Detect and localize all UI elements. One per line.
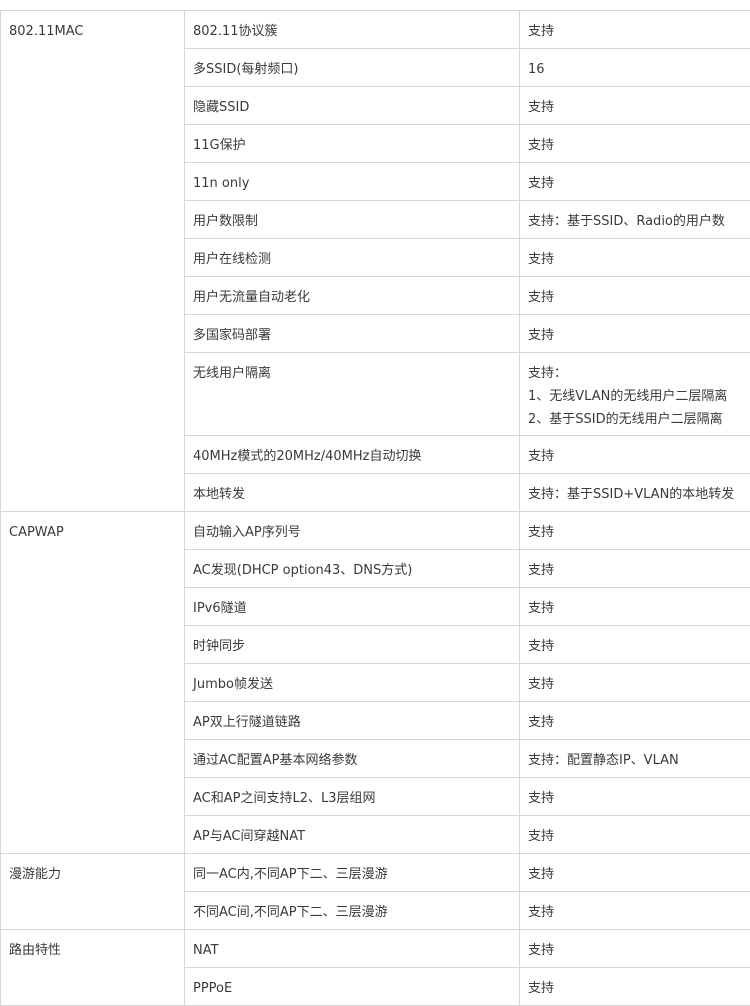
value-text: 支持 (528, 563, 554, 578)
value-cell: 支持 (520, 125, 750, 163)
value-cell: 支持 (520, 512, 750, 550)
value-text: 支持 (528, 100, 554, 115)
feature-cell: 时钟同步 (185, 626, 520, 664)
value-text: 支持 (528, 905, 554, 920)
feature-cell: 本地转发 (185, 474, 520, 512)
value-text: 支持 (528, 525, 554, 540)
value-text: 16 (528, 62, 545, 77)
value-cell: 支持：配置静态IP、VLAN地 (520, 740, 750, 778)
feature-cell: 不同AC间,不同AP下二、三层漫游 (185, 892, 520, 930)
value-cell: 16 (520, 49, 750, 87)
value-text: 支持 (528, 24, 554, 39)
value-text: 支持 (528, 981, 554, 996)
value-cell: 支持 (520, 588, 750, 626)
value-cell: 支持 (520, 315, 750, 353)
value-cell: 支持 (520, 239, 750, 277)
table-row: CAPWAP自动输入AP序列号支持 (1, 512, 750, 550)
feature-cell: 802.11协议簇 (185, 11, 520, 49)
value-cell: 支持：基于SSID+VLAN的本地转发 (520, 474, 750, 512)
feature-cell: 通过AC配置AP基本网络参数 (185, 740, 520, 778)
value-cell: 支持： 1、无线VLAN的无线用户二层隔离 2、基于SSID的无线用户二层隔离 (520, 353, 750, 436)
value-cell: 支持 (520, 626, 750, 664)
feature-cell: 隐藏SSID (185, 87, 520, 125)
value-text: 支持：基于SSID、Radio的用户数 (528, 214, 725, 229)
feature-cell: 同一AC内,不同AP下二、三层漫游 (185, 854, 520, 892)
value-cell: 支持 (520, 778, 750, 816)
value-cell: 支持 (520, 87, 750, 125)
feature-cell: NAT (185, 930, 520, 968)
value-text: 1、无线VLAN的无线用户二层隔离 (528, 387, 750, 406)
value-cell: 支持 (520, 664, 750, 702)
feature-cell: 多国家码部署 (185, 315, 520, 353)
feature-cell: 用户数限制 (185, 201, 520, 239)
value-cell: 支持 (520, 854, 750, 892)
value-cell: 支持 (520, 277, 750, 315)
table-row: 路由特性NAT支持 (1, 930, 750, 968)
category-cell: 路由特性 (1, 930, 185, 1006)
feature-cell: Jumbo帧发送 (185, 664, 520, 702)
category-cell: CAPWAP (1, 512, 185, 854)
value-cell: 支持 (520, 816, 750, 854)
spec-table-body: 802.11MAC802.11协议簇支持多SSID(每射频口)16隐藏SSID支… (1, 11, 750, 1006)
feature-cell: 自动输入AP序列号 (185, 512, 520, 550)
table-row: 漫游能力同一AC内,不同AP下二、三层漫游支持 (1, 854, 750, 892)
feature-cell: 11n only (185, 163, 520, 201)
feature-cell: 40MHz模式的20MHz/40MHz自动切换 (185, 436, 520, 474)
category-cell: 漫游能力 (1, 854, 185, 930)
value-text: 2、基于SSID的无线用户二层隔离 (528, 410, 750, 429)
value-text: 支持： (528, 364, 750, 383)
feature-cell: IPv6隧道 (185, 588, 520, 626)
table-row: 802.11MAC802.11协议簇支持 (1, 11, 750, 49)
value-text: 支持 (528, 449, 554, 464)
feature-cell: 用户无流量自动老化 (185, 277, 520, 315)
value-cell: 支持 (520, 550, 750, 588)
value-cell: 支持 (520, 702, 750, 740)
spec-table: 802.11MAC802.11协议簇支持多SSID(每射频口)16隐藏SSID支… (0, 10, 750, 1006)
value-text: 支持 (528, 138, 554, 153)
value-text: 支持 (528, 639, 554, 654)
feature-cell: AC发现(DHCP option43、DNS方式) (185, 550, 520, 588)
category-cell: 802.11MAC (1, 11, 185, 512)
feature-cell: AC和AP之间支持L2、L3层组网 (185, 778, 520, 816)
value-text: 支持 (528, 252, 554, 267)
feature-cell: 用户在线检测 (185, 239, 520, 277)
value-cell: 支持 (520, 436, 750, 474)
value-text: 支持 (528, 829, 554, 844)
value-text: 支持 (528, 867, 554, 882)
value-text: 支持 (528, 290, 554, 305)
value-cell: 支持 (520, 892, 750, 930)
value-text: 支持 (528, 677, 554, 692)
feature-cell: AP与AC间穿越NAT (185, 816, 520, 854)
value-text: 支持 (528, 601, 554, 616)
value-text: 支持 (528, 176, 554, 191)
feature-cell: 11G保护 (185, 125, 520, 163)
value-text: 支持 (528, 715, 554, 730)
value-text: 支持 (528, 328, 554, 343)
value-cell: 支持 (520, 163, 750, 201)
feature-cell: 无线用户隔离 (185, 353, 520, 436)
value-text: 支持：基于SSID+VLAN的本地转发 (528, 487, 734, 502)
value-cell: 支持 (520, 11, 750, 49)
feature-cell: 多SSID(每射频口) (185, 49, 520, 87)
value-text: 支持 (528, 943, 554, 958)
value-cell: 支持：基于SSID、Radio的用户数 (520, 201, 750, 239)
value-text: 支持：配置静态IP、VLAN (528, 753, 679, 768)
value-cell: 支持 (520, 930, 750, 968)
feature-cell: AP双上行隧道链路 (185, 702, 520, 740)
value-text: 支持 (528, 791, 554, 806)
